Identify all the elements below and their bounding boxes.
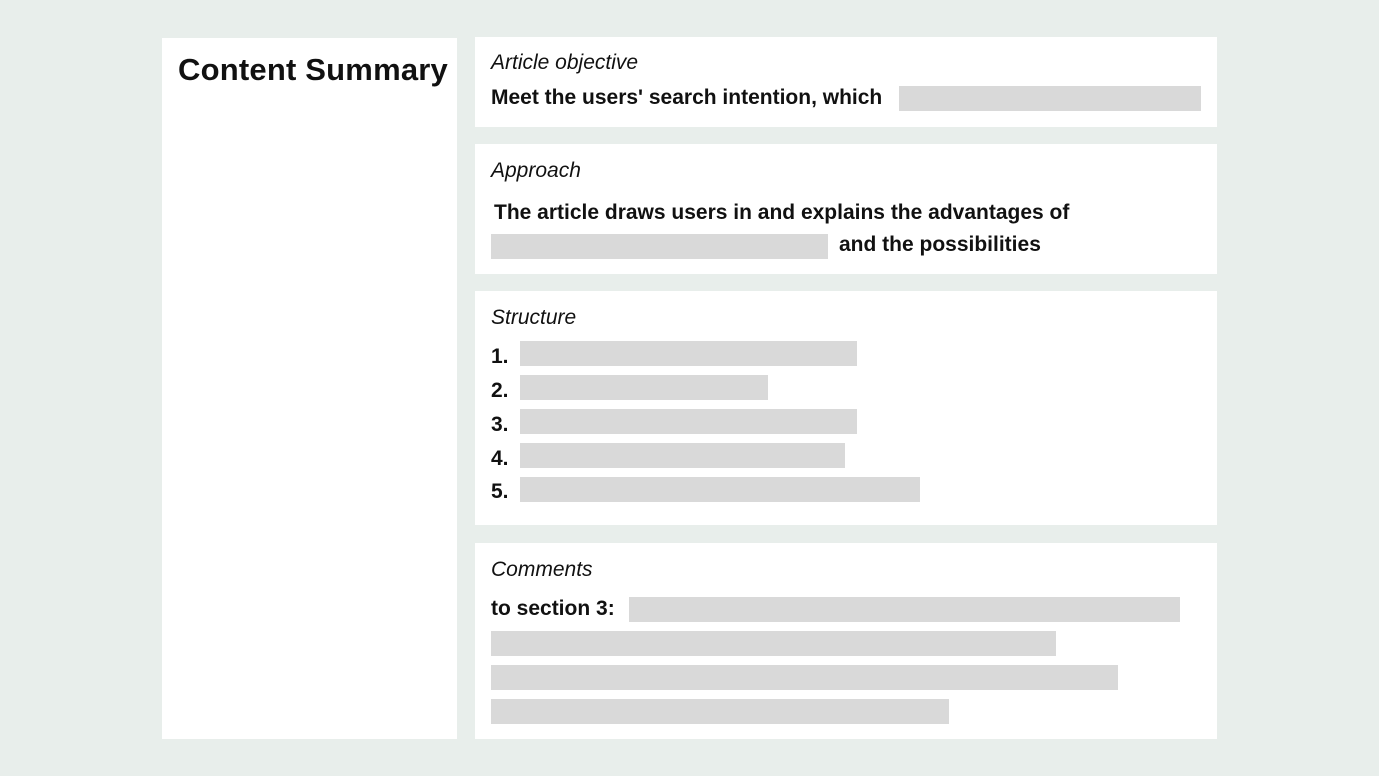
comments-placeholder	[491, 665, 1118, 690]
structure-item-placeholder	[520, 409, 857, 434]
comments-placeholder	[629, 597, 1180, 622]
objective-text: Meet the users' search intention, which	[491, 86, 883, 109]
comments-label: Comments	[491, 558, 593, 581]
comments-placeholder	[491, 631, 1056, 656]
structure-item-number: 5.	[491, 480, 509, 503]
structure-item-placeholder	[520, 341, 857, 366]
structure-item-placeholder	[520, 375, 768, 400]
approach-placeholder	[491, 234, 828, 259]
approach-label: Approach	[491, 159, 581, 182]
comments-card: Comments to section 3:	[475, 543, 1217, 739]
structure-item-number: 1.	[491, 345, 509, 368]
comments-placeholder	[491, 699, 949, 724]
approach-card: Approach The article draws users in and …	[475, 144, 1217, 274]
structure-card: Structure 1. 2. 3. 4. 5.	[475, 291, 1217, 525]
approach-line-2-suffix: and the possibilities	[839, 233, 1041, 256]
structure-item-number: 4.	[491, 447, 509, 470]
structure-item-number: 2.	[491, 379, 509, 402]
summary-panel: Content Summary	[162, 38, 457, 739]
summary-title: Content Summary	[178, 52, 448, 87]
structure-item-placeholder	[520, 443, 845, 468]
objective-placeholder	[899, 86, 1201, 111]
objective-card: Article objective Meet the users' search…	[475, 37, 1217, 127]
structure-item-number: 3.	[491, 413, 509, 436]
structure-label: Structure	[491, 306, 577, 329]
structure-item-placeholder	[520, 477, 920, 502]
comments-prefix: to section 3:	[491, 597, 615, 620]
approach-line-1: The article draws users in and explains …	[494, 201, 1070, 224]
objective-label: Article objective	[491, 51, 639, 74]
